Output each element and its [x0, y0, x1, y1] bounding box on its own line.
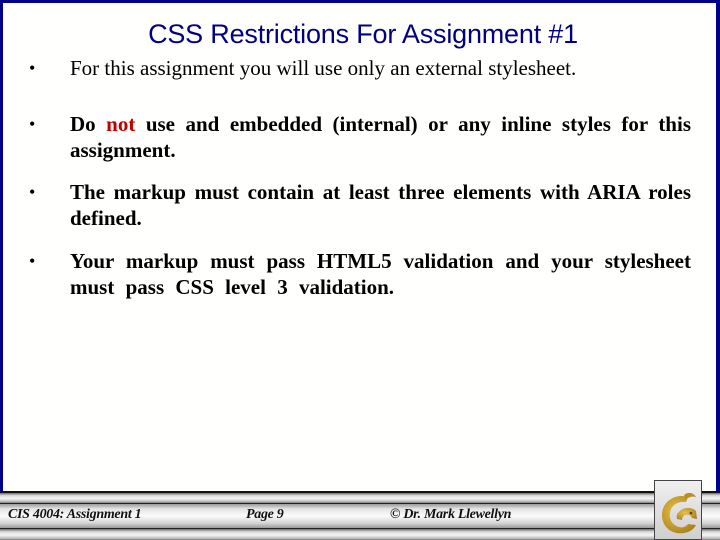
highlighted-word: not [106, 112, 136, 136]
footer-band-top [0, 491, 720, 503]
bullet-text: Your markup must pass HTML5 validation a… [70, 249, 691, 299]
footer-course: CIS 4004: Assignment 1 [8, 507, 142, 522]
footer-page-number: Page 9 [246, 507, 284, 522]
bullet-marker: • [29, 182, 36, 202]
footer-author: © Dr. Mark Llewellyn [390, 507, 512, 522]
bullet-marker: • [29, 114, 36, 134]
bullet-text: The markup must contain at least three e… [70, 180, 691, 230]
footer-band-bottom [0, 529, 720, 540]
slide-title: CSS Restrictions For Assignment #1 [148, 19, 578, 49]
bullet-marker: • [29, 251, 36, 271]
bullet-text: Do not use and embedded (internal) or an… [70, 111, 691, 163]
bullet-text-before: Do [70, 112, 107, 136]
bullet-text-after: use and embedded (internal) or any inlin… [70, 112, 691, 162]
slide-footer: CIS 4004: Assignment 1 Page 9 © Dr. Mark… [0, 491, 720, 540]
slide-frame: CSS Restrictions For Assignment #1 • For… [0, 0, 720, 492]
pegasus-logo-icon [662, 492, 697, 534]
bullet-marker: • [29, 58, 36, 78]
logo-box [654, 480, 702, 540]
bullet-text: For this assignment you will use only an… [70, 56, 577, 80]
